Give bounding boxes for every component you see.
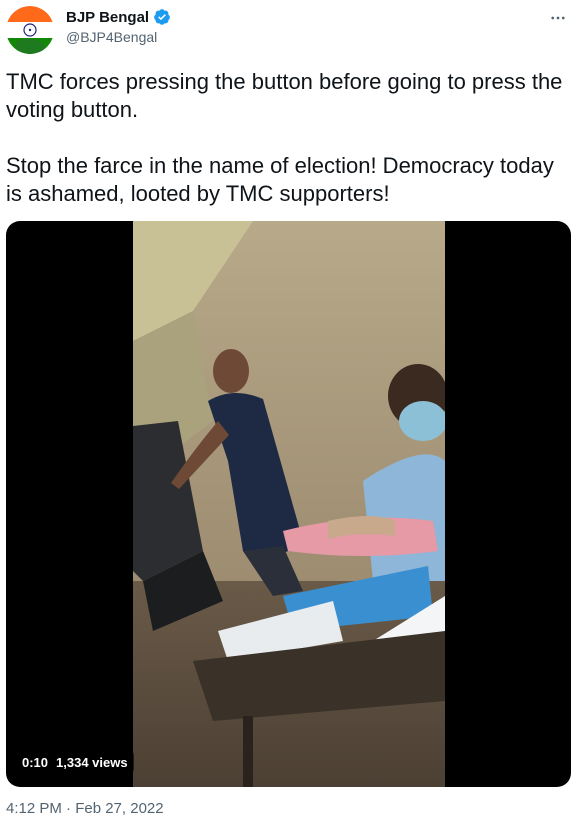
video-thumbnail	[133, 221, 445, 787]
tweet-timestamp[interactable]: 4:12 PM · Feb 27, 2022	[6, 800, 164, 817]
indian-flag-avatar	[6, 6, 54, 54]
author-name-row: BJP Bengal	[66, 8, 171, 26]
video-player[interactable]: 0:10 1,334 views	[6, 221, 571, 787]
more-horizontal-icon	[551, 16, 565, 20]
video-views: 1,334 views	[56, 754, 128, 770]
video-meta-overlay: 0:10 1,334 views	[16, 751, 134, 773]
video-duration: 0:10	[22, 754, 49, 770]
tweet-text: TMC forces pressing the button before go…	[6, 69, 563, 206]
verified-badge-icon	[154, 9, 170, 25]
video-frame	[133, 221, 445, 787]
more-button[interactable]	[546, 6, 570, 30]
tweet-header: BJP Bengal @BJP4Bengal	[0, 0, 580, 60]
author-handle[interactable]: @BJP4Bengal	[66, 29, 157, 45]
author-display-name[interactable]: BJP Bengal	[66, 9, 149, 26]
avatar[interactable]	[6, 6, 54, 54]
